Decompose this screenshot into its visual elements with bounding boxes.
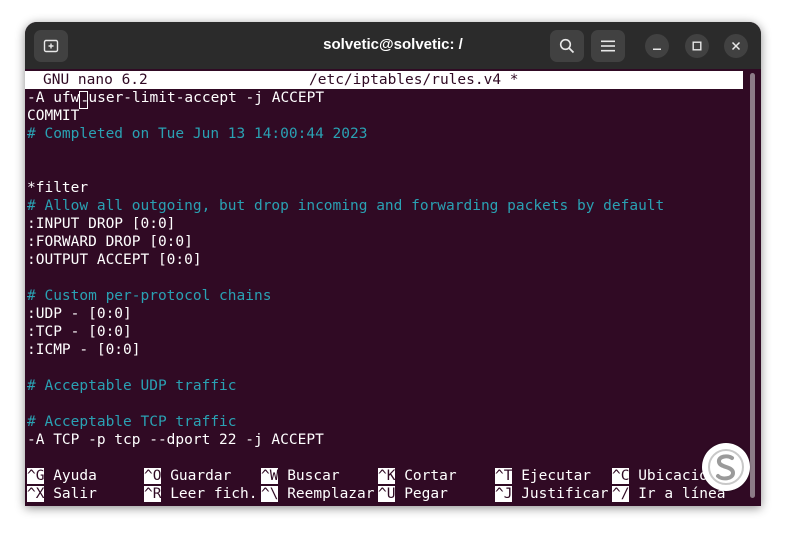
nano-version: GNU nano 6.2	[43, 72, 148, 88]
editor-line[interactable]: :ICMP - [0:0]	[27, 341, 141, 359]
shortcut-location: ^C Ubicación	[612, 468, 717, 484]
editor-line-comment[interactable]: # Acceptable UDP traffic	[27, 377, 237, 395]
editor-line-comment[interactable]: # Completed on Tue Jun 13 14:00:44 2023	[27, 125, 367, 143]
minimize-button[interactable]	[645, 34, 669, 58]
search-button[interactable]	[550, 30, 584, 62]
editor-line-comment[interactable]: # Custom per-protocol chains	[27, 287, 271, 305]
title-bar[interactable]: solvetic@solvetic: /	[25, 22, 761, 69]
shortcut-cut: ^K Cortar	[378, 468, 457, 484]
editor-line-comment[interactable]: # Acceptable TCP traffic	[27, 413, 237, 431]
shortcut-justify: ^J Justificar	[495, 486, 609, 502]
hamburger-menu-icon	[601, 40, 615, 52]
shortcut-execute: ^T Ejecutar	[495, 468, 592, 484]
close-button[interactable]	[724, 34, 748, 58]
editor-line[interactable]: :OUTPUT ACCEPT [0:0]	[27, 251, 202, 269]
vertical-scrollbar[interactable]	[743, 69, 761, 506]
nano-header: GNU nano 6.2 /etc/iptables/rules.v4 *	[25, 71, 743, 89]
editor-line-comment[interactable]: # Allow all outgoing, but drop incoming …	[27, 197, 664, 215]
maximize-icon	[692, 41, 702, 51]
scrollbar-thumb[interactable]	[750, 73, 755, 498]
close-icon	[731, 41, 741, 51]
shortcut-exit: ^X Salir	[27, 486, 97, 502]
nano-filename: /etc/iptables/rules.v4 *	[309, 72, 519, 88]
shortcut-search: ^W Buscar	[261, 468, 340, 484]
editor-line[interactable]: -A ufw-user-limit-accept -j ACCEPT	[27, 89, 324, 109]
shortcut-goto-line: ^/ Ir a línea	[612, 486, 726, 502]
minimize-icon	[653, 48, 661, 50]
shortcut-read-file: ^R Leer fich.	[144, 486, 258, 502]
editor-line[interactable]: COMMIT	[27, 107, 79, 125]
maximize-button[interactable]	[685, 34, 709, 58]
shortcut-save: ^O Guardar	[144, 468, 232, 484]
menu-button[interactable]	[591, 30, 625, 62]
editor-line[interactable]: :FORWARD DROP [0:0]	[27, 233, 193, 251]
editor-line[interactable]: -A TCP -p tcp --dport 22 -j ACCEPT	[27, 431, 324, 449]
shortcut-paste: ^U Pegar	[378, 486, 448, 502]
shortcut-replace: ^\ Reemplazar	[261, 486, 375, 502]
terminal-content[interactable]: GNU nano 6.2 /etc/iptables/rules.v4 * -A…	[25, 69, 743, 506]
terminal-window: solvetic@solvetic: / GNU nano 6.2 /etc/i…	[25, 22, 761, 506]
editor-line[interactable]: :TCP - [0:0]	[27, 323, 132, 341]
editor-line[interactable]: :INPUT DROP [0:0]	[27, 215, 175, 233]
shortcut-help: ^G Ayuda	[27, 468, 97, 484]
search-icon	[559, 38, 575, 54]
editor-line[interactable]: *filter	[27, 179, 88, 197]
solvetic-logo	[702, 443, 750, 491]
editor-line[interactable]: :UDP - [0:0]	[27, 305, 132, 323]
